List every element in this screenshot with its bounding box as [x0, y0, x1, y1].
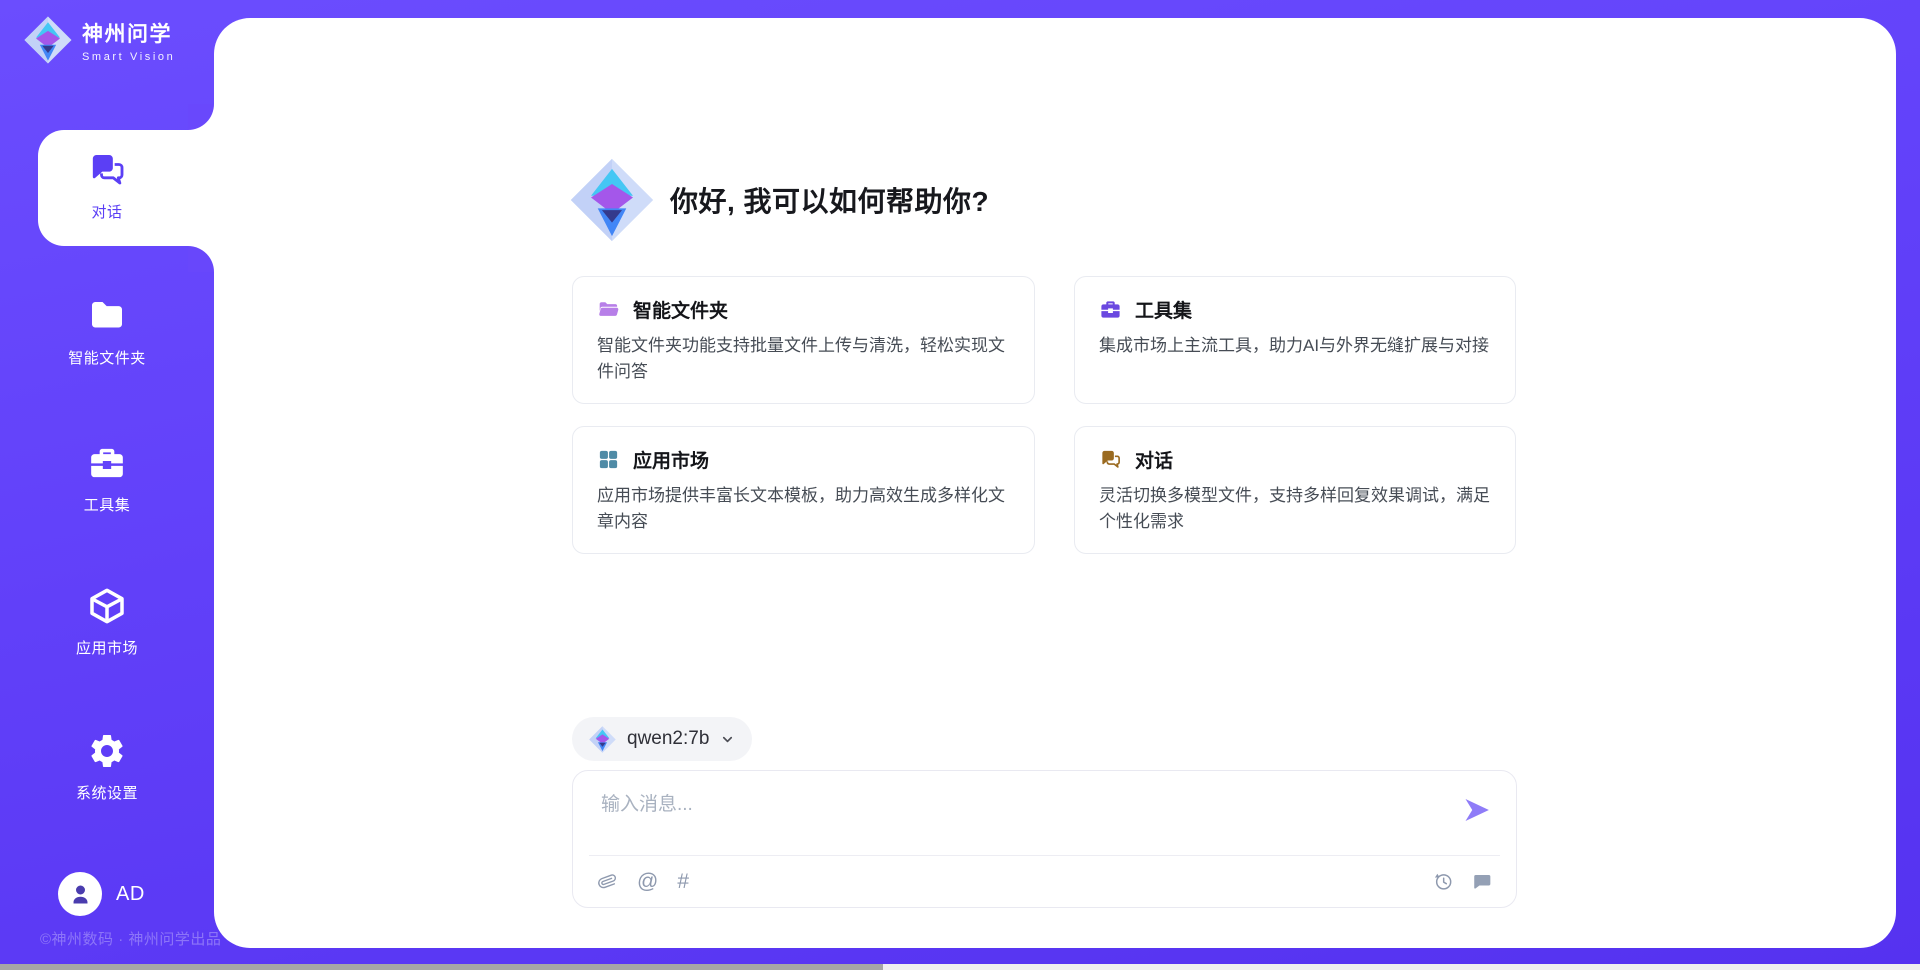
model-name: qwen2:7b	[627, 728, 709, 750]
history-icon[interactable]	[1433, 871, 1454, 892]
toolbox-icon	[1099, 298, 1122, 321]
user-profile[interactable]: AD	[58, 872, 145, 916]
send-icon	[1462, 795, 1492, 825]
app-window: 神州问学 Smart Vision 对话 智能文件夹 工具集 应用市场	[0, 0, 1920, 970]
sidebar-footer-text: ©神州数码 · 神州问学出品	[40, 928, 221, 949]
card-title: 对话	[1135, 446, 1173, 473]
sidebar-item-smart-folder[interactable]: 智能文件夹	[0, 296, 214, 368]
brand-name: 神州问学	[82, 18, 175, 48]
greeting-logo-icon	[570, 158, 654, 242]
folder-open-icon	[597, 298, 620, 321]
attach-icon[interactable]	[597, 871, 618, 892]
grid-icon	[597, 448, 620, 471]
composer-right-toolbar	[1433, 871, 1492, 892]
folder-icon	[87, 296, 127, 336]
feature-card-chat[interactable]: 对话 灵活切换多模型文件，支持多样回复效果调试，满足个性化需求	[1074, 426, 1516, 554]
brand-logo: 神州问学 Smart Vision	[24, 16, 175, 64]
user-initials: AD	[116, 883, 145, 906]
composer-toolbar: @ #	[597, 871, 689, 892]
chevron-down-icon	[720, 732, 735, 747]
card-description: 应用市场提供丰富长文本模板，助力高效生成多样化文章内容	[597, 483, 1010, 534]
scrollbar-thumb[interactable]	[0, 964, 883, 970]
sidebar-item-app-market[interactable]: 应用市场	[0, 586, 214, 658]
composer-divider	[589, 855, 1500, 856]
mention-icon[interactable]: @	[637, 871, 658, 892]
chat-icon	[87, 150, 127, 190]
brand-subtitle: Smart Vision	[82, 51, 175, 63]
card-description: 集成市场上主流工具，助力AI与外界无缝扩展与对接	[1099, 333, 1491, 359]
hashtag-icon[interactable]: #	[677, 871, 689, 892]
chat-icon	[1099, 448, 1122, 471]
avatar	[58, 872, 102, 916]
quick-chat-icon[interactable]	[1471, 871, 1492, 892]
message-composer: @ #	[572, 770, 1517, 908]
sidebar-item-label: 智能文件夹	[68, 347, 146, 368]
sidebar-item-system-settings[interactable]: 系统设置	[0, 731, 214, 803]
active-tab-fillet-bottom	[188, 246, 214, 272]
sidebar-item-label: 工具集	[84, 494, 131, 515]
active-tab-fillet-top	[188, 104, 214, 130]
card-title: 智能文件夹	[633, 296, 728, 323]
sidebar-item-chat[interactable]: 对话	[0, 150, 214, 222]
sidebar-item-label: 对话	[91, 201, 122, 222]
gear-icon	[87, 731, 127, 771]
toolbox-icon	[87, 443, 127, 483]
card-description: 灵活切换多模型文件，支持多样回复效果调试，满足个性化需求	[1099, 483, 1491, 534]
greeting: 你好, 我可以如何帮助你?	[570, 158, 989, 242]
sidebar-item-label: 系统设置	[76, 782, 138, 803]
person-icon	[67, 881, 94, 908]
model-logo-icon	[589, 726, 616, 753]
message-input[interactable]	[599, 787, 1433, 849]
horizontal-scrollbar[interactable]	[0, 964, 1920, 970]
send-button[interactable]	[1462, 795, 1492, 825]
feature-card-toolset[interactable]: 工具集 集成市场上主流工具，助力AI与外界无缝扩展与对接	[1074, 276, 1516, 404]
cube-icon	[87, 586, 127, 626]
card-description: 智能文件夹功能支持批量文件上传与清洗，轻松实现文件问答	[597, 333, 1010, 384]
card-title: 应用市场	[633, 446, 709, 473]
card-title: 工具集	[1135, 296, 1192, 323]
greeting-text: 你好, 我可以如何帮助你?	[670, 180, 989, 220]
diamond-logo-icon	[24, 16, 72, 64]
feature-card-app-market[interactable]: 应用市场 应用市场提供丰富长文本模板，助力高效生成多样化文章内容	[572, 426, 1035, 554]
feature-cards: 智能文件夹 智能文件夹功能支持批量文件上传与清洗，轻松实现文件问答 工具集 集成…	[572, 276, 1517, 554]
sidebar-item-label: 应用市场	[76, 637, 138, 658]
feature-card-smart-folder[interactable]: 智能文件夹 智能文件夹功能支持批量文件上传与清洗，轻松实现文件问答	[572, 276, 1035, 404]
model-selector[interactable]: qwen2:7b	[572, 717, 752, 761]
sidebar-item-toolset[interactable]: 工具集	[0, 443, 214, 515]
